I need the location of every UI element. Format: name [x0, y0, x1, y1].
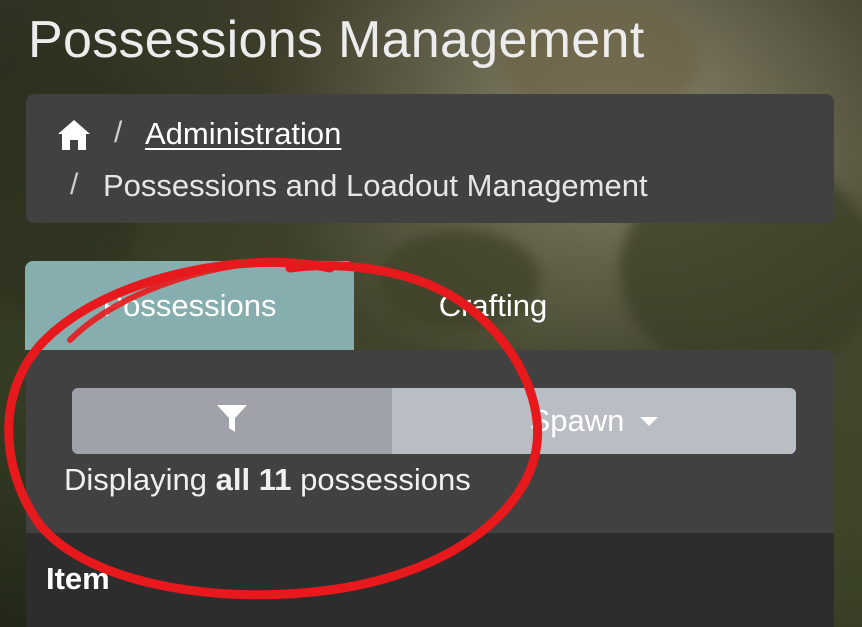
column-header-item[interactable]: Item — [46, 561, 110, 597]
possessions-count-status: Displaying all 11 possessions — [64, 462, 471, 498]
possessions-panel: Spawn Displaying all 11 possessions — [26, 350, 834, 533]
caret-down-icon — [640, 416, 659, 426]
home-icon[interactable] — [56, 118, 92, 152]
spawn-dropdown-button[interactable]: Spawn — [392, 388, 796, 454]
page-title: Possessions Management — [28, 11, 645, 69]
tab-crafting[interactable]: Crafting — [354, 261, 632, 350]
breadcrumb-separator: / — [70, 168, 79, 201]
breadcrumb: / Administration / Possessions and Loado… — [26, 94, 834, 223]
spawn-label: Spawn — [529, 403, 625, 438]
tab-label: Possessions — [102, 287, 277, 323]
breadcrumb-separator: / — [114, 116, 123, 149]
app-root: Possessions Management / Administration … — [0, 0, 862, 627]
status-suffix: possessions — [291, 462, 471, 497]
toolbar-button-group: Spawn — [72, 388, 796, 454]
breadcrumb-current-page: Possessions and Loadout Management — [103, 168, 648, 203]
tab-label: Crafting — [438, 287, 548, 323]
breadcrumb-link-administration[interactable]: Administration — [145, 116, 341, 152]
filter-icon — [216, 404, 248, 439]
status-emphasis: all 11 — [215, 462, 292, 497]
status-prefix: Displaying — [64, 462, 216, 497]
table-header: Item — [26, 533, 834, 627]
filter-button[interactable] — [72, 388, 392, 454]
tab-possessions[interactable]: Possessions — [25, 261, 354, 350]
